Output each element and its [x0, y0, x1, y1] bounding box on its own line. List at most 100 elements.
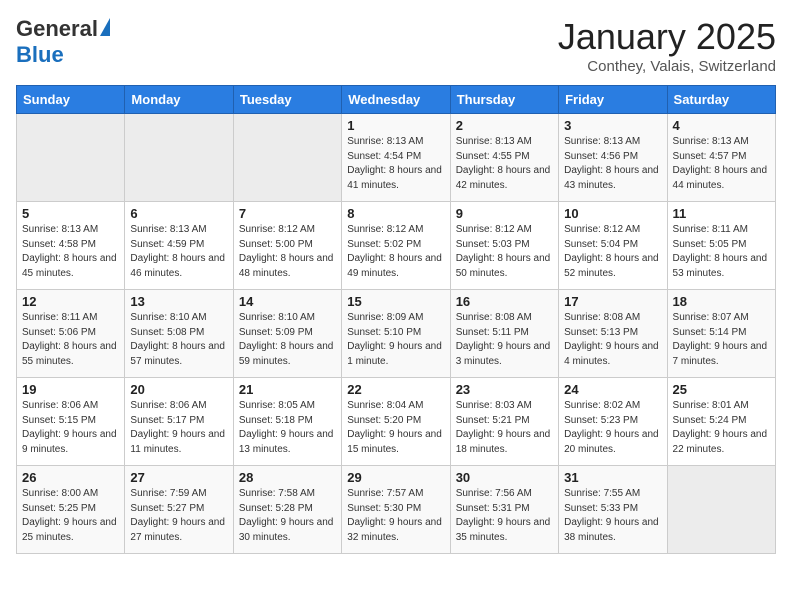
calendar-cell: 24 Sunrise: 8:02 AM Sunset: 5:23 PM Dayli…	[559, 378, 667, 466]
calendar-cell: 31 Sunrise: 7:55 AM Sunset: 5:33 PM Dayli…	[559, 466, 667, 554]
day-info: Sunrise: 8:01 AM Sunset: 5:24 PM Dayligh…	[673, 399, 770, 457]
calendar-cell	[667, 466, 775, 554]
day-info: Sunrise: 8:10 AM Sunset: 5:08 PM Dayligh…	[130, 311, 227, 369]
day-info: Sunrise: 8:13 AM Sunset: 4:58 PM Dayligh…	[22, 223, 119, 281]
day-info: Sunrise: 8:10 AM Sunset: 5:09 PM Dayligh…	[239, 311, 336, 369]
calendar-week-row: 5 Sunrise: 8:13 AM Sunset: 4:58 PM Daylig…	[17, 202, 776, 290]
day-info: Sunrise: 8:12 AM Sunset: 5:03 PM Dayligh…	[456, 223, 553, 281]
day-number: 13	[130, 294, 227, 309]
day-info: Sunrise: 8:02 AM Sunset: 5:23 PM Dayligh…	[564, 399, 661, 457]
calendar-week-row: 26Sunrise: 8:00 AM Sunset: 5:25 PM Dayli…	[17, 466, 776, 554]
day-number: 11	[673, 206, 770, 221]
day-number: 6	[130, 206, 227, 221]
calendar-table: SundayMondayTuesdayWednesdayThursdayFrid…	[16, 85, 776, 554]
logo-triangle-icon	[100, 18, 110, 36]
day-info: Sunrise: 7:57 AM Sunset: 5:30 PM Dayligh…	[347, 487, 444, 545]
calendar-cell: 30 Sunrise: 7:56 AM Sunset: 5:31 PM Dayli…	[450, 466, 558, 554]
calendar-cell: 10 Sunrise: 8:12 AM Sunset: 5:04 PM Dayli…	[559, 202, 667, 290]
day-info: Sunrise: 8:00 AM Sunset: 5:25 PM Dayligh…	[22, 487, 119, 545]
logo: General Blue	[16, 16, 110, 68]
header-thursday: Thursday	[450, 86, 558, 114]
calendar-cell: 6Sunrise: 8:13 AM Sunset: 4:59 PM Daylig…	[125, 202, 233, 290]
header-tuesday: Tuesday	[233, 86, 341, 114]
day-info: Sunrise: 8:08 AM Sunset: 5:13 PM Dayligh…	[564, 311, 661, 369]
header-wednesday: Wednesday	[342, 86, 450, 114]
day-info: Sunrise: 8:11 AM Sunset: 5:06 PM Dayligh…	[22, 311, 119, 369]
calendar-cell: 9 Sunrise: 8:12 AM Sunset: 5:03 PM Daylig…	[450, 202, 558, 290]
day-info: Sunrise: 8:11 AM Sunset: 5:05 PM Dayligh…	[673, 223, 770, 281]
logo-general-text: General	[16, 16, 98, 42]
day-number: 9	[456, 206, 553, 221]
page-header: General Blue January 2025 Conthey, Valai…	[16, 16, 776, 75]
day-number: 2	[456, 118, 553, 133]
day-number: 18	[673, 294, 770, 309]
day-info: Sunrise: 8:09 AM Sunset: 5:10 PM Dayligh…	[347, 311, 444, 369]
day-number: 27	[130, 470, 227, 485]
header-saturday: Saturday	[667, 86, 775, 114]
day-number: 5	[22, 206, 119, 221]
calendar-cell: 13 Sunrise: 8:10 AM Sunset: 5:08 PM Dayli…	[125, 290, 233, 378]
calendar-cell	[125, 114, 233, 202]
day-info: Sunrise: 8:12 AM Sunset: 5:04 PM Dayligh…	[564, 223, 661, 281]
day-info: Sunrise: 7:55 AM Sunset: 5:33 PM Dayligh…	[564, 487, 661, 545]
calendar-cell: 25 Sunrise: 8:01 AM Sunset: 5:24 PM Dayli…	[667, 378, 775, 466]
day-info: Sunrise: 7:59 AM Sunset: 5:27 PM Dayligh…	[130, 487, 227, 545]
day-number: 21	[239, 382, 336, 397]
day-number: 25	[673, 382, 770, 397]
day-number: 31	[564, 470, 661, 485]
day-number: 20	[130, 382, 227, 397]
day-number: 14	[239, 294, 336, 309]
calendar-week-row: 12 Sunrise: 8:11 AM Sunset: 5:06 PM Dayli…	[17, 290, 776, 378]
calendar-week-row: 19 Sunrise: 8:06 AM Sunset: 5:15 PM Dayli…	[17, 378, 776, 466]
calendar-cell: 5 Sunrise: 8:13 AM Sunset: 4:58 PM Daylig…	[17, 202, 125, 290]
calendar-cell: 14 Sunrise: 8:10 AM Sunset: 5:09 PM Dayli…	[233, 290, 341, 378]
calendar-cell: 11 Sunrise: 8:11 AM Sunset: 5:05 PM Dayli…	[667, 202, 775, 290]
day-number: 29	[347, 470, 444, 485]
day-number: 1	[347, 118, 444, 133]
day-info: Sunrise: 8:08 AM Sunset: 5:11 PM Dayligh…	[456, 311, 553, 369]
calendar-cell	[17, 114, 125, 202]
calendar-cell: 3Sunrise: 8:13 AM Sunset: 4:56 PM Daylig…	[559, 114, 667, 202]
calendar-cell	[233, 114, 341, 202]
day-info: Sunrise: 8:04 AM Sunset: 5:20 PM Dayligh…	[347, 399, 444, 457]
calendar-cell: 19 Sunrise: 8:06 AM Sunset: 5:15 PM Dayli…	[17, 378, 125, 466]
day-number: 19	[22, 382, 119, 397]
calendar-header-row: SundayMondayTuesdayWednesdayThursdayFrid…	[17, 86, 776, 114]
calendar-cell: 7Sunrise: 8:12 AM Sunset: 5:00 PM Daylig…	[233, 202, 341, 290]
day-number: 8	[347, 206, 444, 221]
calendar-cell: 1Sunrise: 8:13 AM Sunset: 4:54 PM Daylig…	[342, 114, 450, 202]
logo-blue-text: Blue	[16, 42, 64, 68]
header-monday: Monday	[125, 86, 233, 114]
day-info: Sunrise: 8:13 AM Sunset: 4:55 PM Dayligh…	[456, 135, 553, 193]
calendar-cell: 26Sunrise: 8:00 AM Sunset: 5:25 PM Dayli…	[17, 466, 125, 554]
calendar-cell: 12 Sunrise: 8:11 AM Sunset: 5:06 PM Dayli…	[17, 290, 125, 378]
day-number: 30	[456, 470, 553, 485]
calendar-cell: 27 Sunrise: 7:59 AM Sunset: 5:27 PM Dayli…	[125, 466, 233, 554]
day-info: Sunrise: 7:56 AM Sunset: 5:31 PM Dayligh…	[456, 487, 553, 545]
day-number: 17	[564, 294, 661, 309]
calendar-cell: 17 Sunrise: 8:08 AM Sunset: 5:13 PM Dayli…	[559, 290, 667, 378]
calendar-cell: 21Sunrise: 8:05 AM Sunset: 5:18 PM Dayli…	[233, 378, 341, 466]
title-block: January 2025 Conthey, Valais, Switzerlan…	[558, 16, 776, 75]
day-number: 24	[564, 382, 661, 397]
calendar-cell: 8 Sunrise: 8:12 AM Sunset: 5:02 PM Daylig…	[342, 202, 450, 290]
day-info: Sunrise: 8:06 AM Sunset: 5:15 PM Dayligh…	[22, 399, 119, 457]
calendar-cell: 22 Sunrise: 8:04 AM Sunset: 5:20 PM Dayli…	[342, 378, 450, 466]
day-info: Sunrise: 8:12 AM Sunset: 5:00 PM Dayligh…	[239, 223, 336, 281]
calendar-cell: 29 Sunrise: 7:57 AM Sunset: 5:30 PM Dayli…	[342, 466, 450, 554]
day-info: Sunrise: 8:13 AM Sunset: 4:57 PM Dayligh…	[673, 135, 770, 193]
calendar-cell: 16 Sunrise: 8:08 AM Sunset: 5:11 PM Dayli…	[450, 290, 558, 378]
calendar-cell: 18Sunrise: 8:07 AM Sunset: 5:14 PM Dayli…	[667, 290, 775, 378]
day-number: 16	[456, 294, 553, 309]
day-number: 15	[347, 294, 444, 309]
day-info: Sunrise: 8:03 AM Sunset: 5:21 PM Dayligh…	[456, 399, 553, 457]
day-info: Sunrise: 8:12 AM Sunset: 5:02 PM Dayligh…	[347, 223, 444, 281]
header-sunday: Sunday	[17, 86, 125, 114]
calendar-cell: 2 Sunrise: 8:13 AM Sunset: 4:55 PM Daylig…	[450, 114, 558, 202]
day-info: Sunrise: 7:58 AM Sunset: 5:28 PM Dayligh…	[239, 487, 336, 545]
day-number: 10	[564, 206, 661, 221]
day-number: 23	[456, 382, 553, 397]
day-number: 22	[347, 382, 444, 397]
day-number: 12	[22, 294, 119, 309]
calendar-cell: 4Sunrise: 8:13 AM Sunset: 4:57 PM Daylig…	[667, 114, 775, 202]
